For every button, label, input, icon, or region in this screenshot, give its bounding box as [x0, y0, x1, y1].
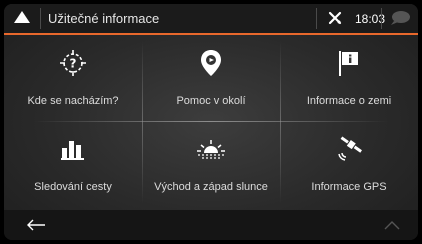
navigation-screen: Užitečné informace 18:03 ? Kde se nacház… — [4, 4, 418, 240]
menu-grid: ? Kde se nacházím? Pomoc v okolí Informa… — [4, 35, 418, 208]
gps-no-signal-icon[interactable] — [327, 10, 343, 26]
message-bubble-icon[interactable] — [389, 10, 411, 26]
location-question-icon: ? — [4, 49, 142, 77]
grid-divider — [34, 121, 388, 122]
country-flag-info-icon — [280, 49, 418, 77]
menu-item-label: Východ a západ slunce — [154, 181, 268, 193]
menu-item-label: Informace GPS — [311, 181, 387, 193]
help-pin-icon — [142, 49, 280, 77]
menu-item-trip-monitor[interactable]: Sledování cesty — [4, 121, 142, 207]
grid-divider — [280, 41, 281, 203]
header-separator — [40, 8, 41, 29]
satellite-icon — [280, 135, 418, 163]
menu-item-help-nearby[interactable]: Pomoc v okolí — [142, 35, 280, 121]
page-title: Užitečné informace — [48, 11, 160, 26]
chevron-up-icon[interactable] — [384, 220, 400, 230]
menu-up-icon[interactable] — [14, 11, 30, 23]
bar-chart-icon — [4, 135, 142, 163]
grid-divider — [142, 41, 143, 203]
menu-item-country-info[interactable]: Informace o zemi — [280, 35, 418, 121]
menu-item-label: Kde se nacházím? — [27, 95, 119, 107]
footer-bar — [4, 210, 418, 240]
menu-item-sunrise-sunset[interactable]: Východ a západ slunce — [142, 121, 280, 207]
header-separator — [316, 8, 317, 29]
menu-item-label: Informace o zemi — [306, 95, 392, 107]
back-arrow-icon[interactable] — [26, 218, 46, 232]
sunrise-icon — [142, 135, 280, 163]
svg-text:?: ? — [70, 57, 77, 71]
menu-item-gps-info[interactable]: Informace GPS — [280, 121, 418, 207]
menu-item-where-am-i[interactable]: ? Kde se nacházím? — [4, 35, 142, 121]
menu-item-label: Sledování cesty — [34, 181, 112, 193]
menu-item-label: Pomoc v okolí — [176, 95, 246, 107]
header-bar: Užitečné informace 18:03 — [4, 4, 418, 33]
header-separator — [381, 8, 382, 29]
